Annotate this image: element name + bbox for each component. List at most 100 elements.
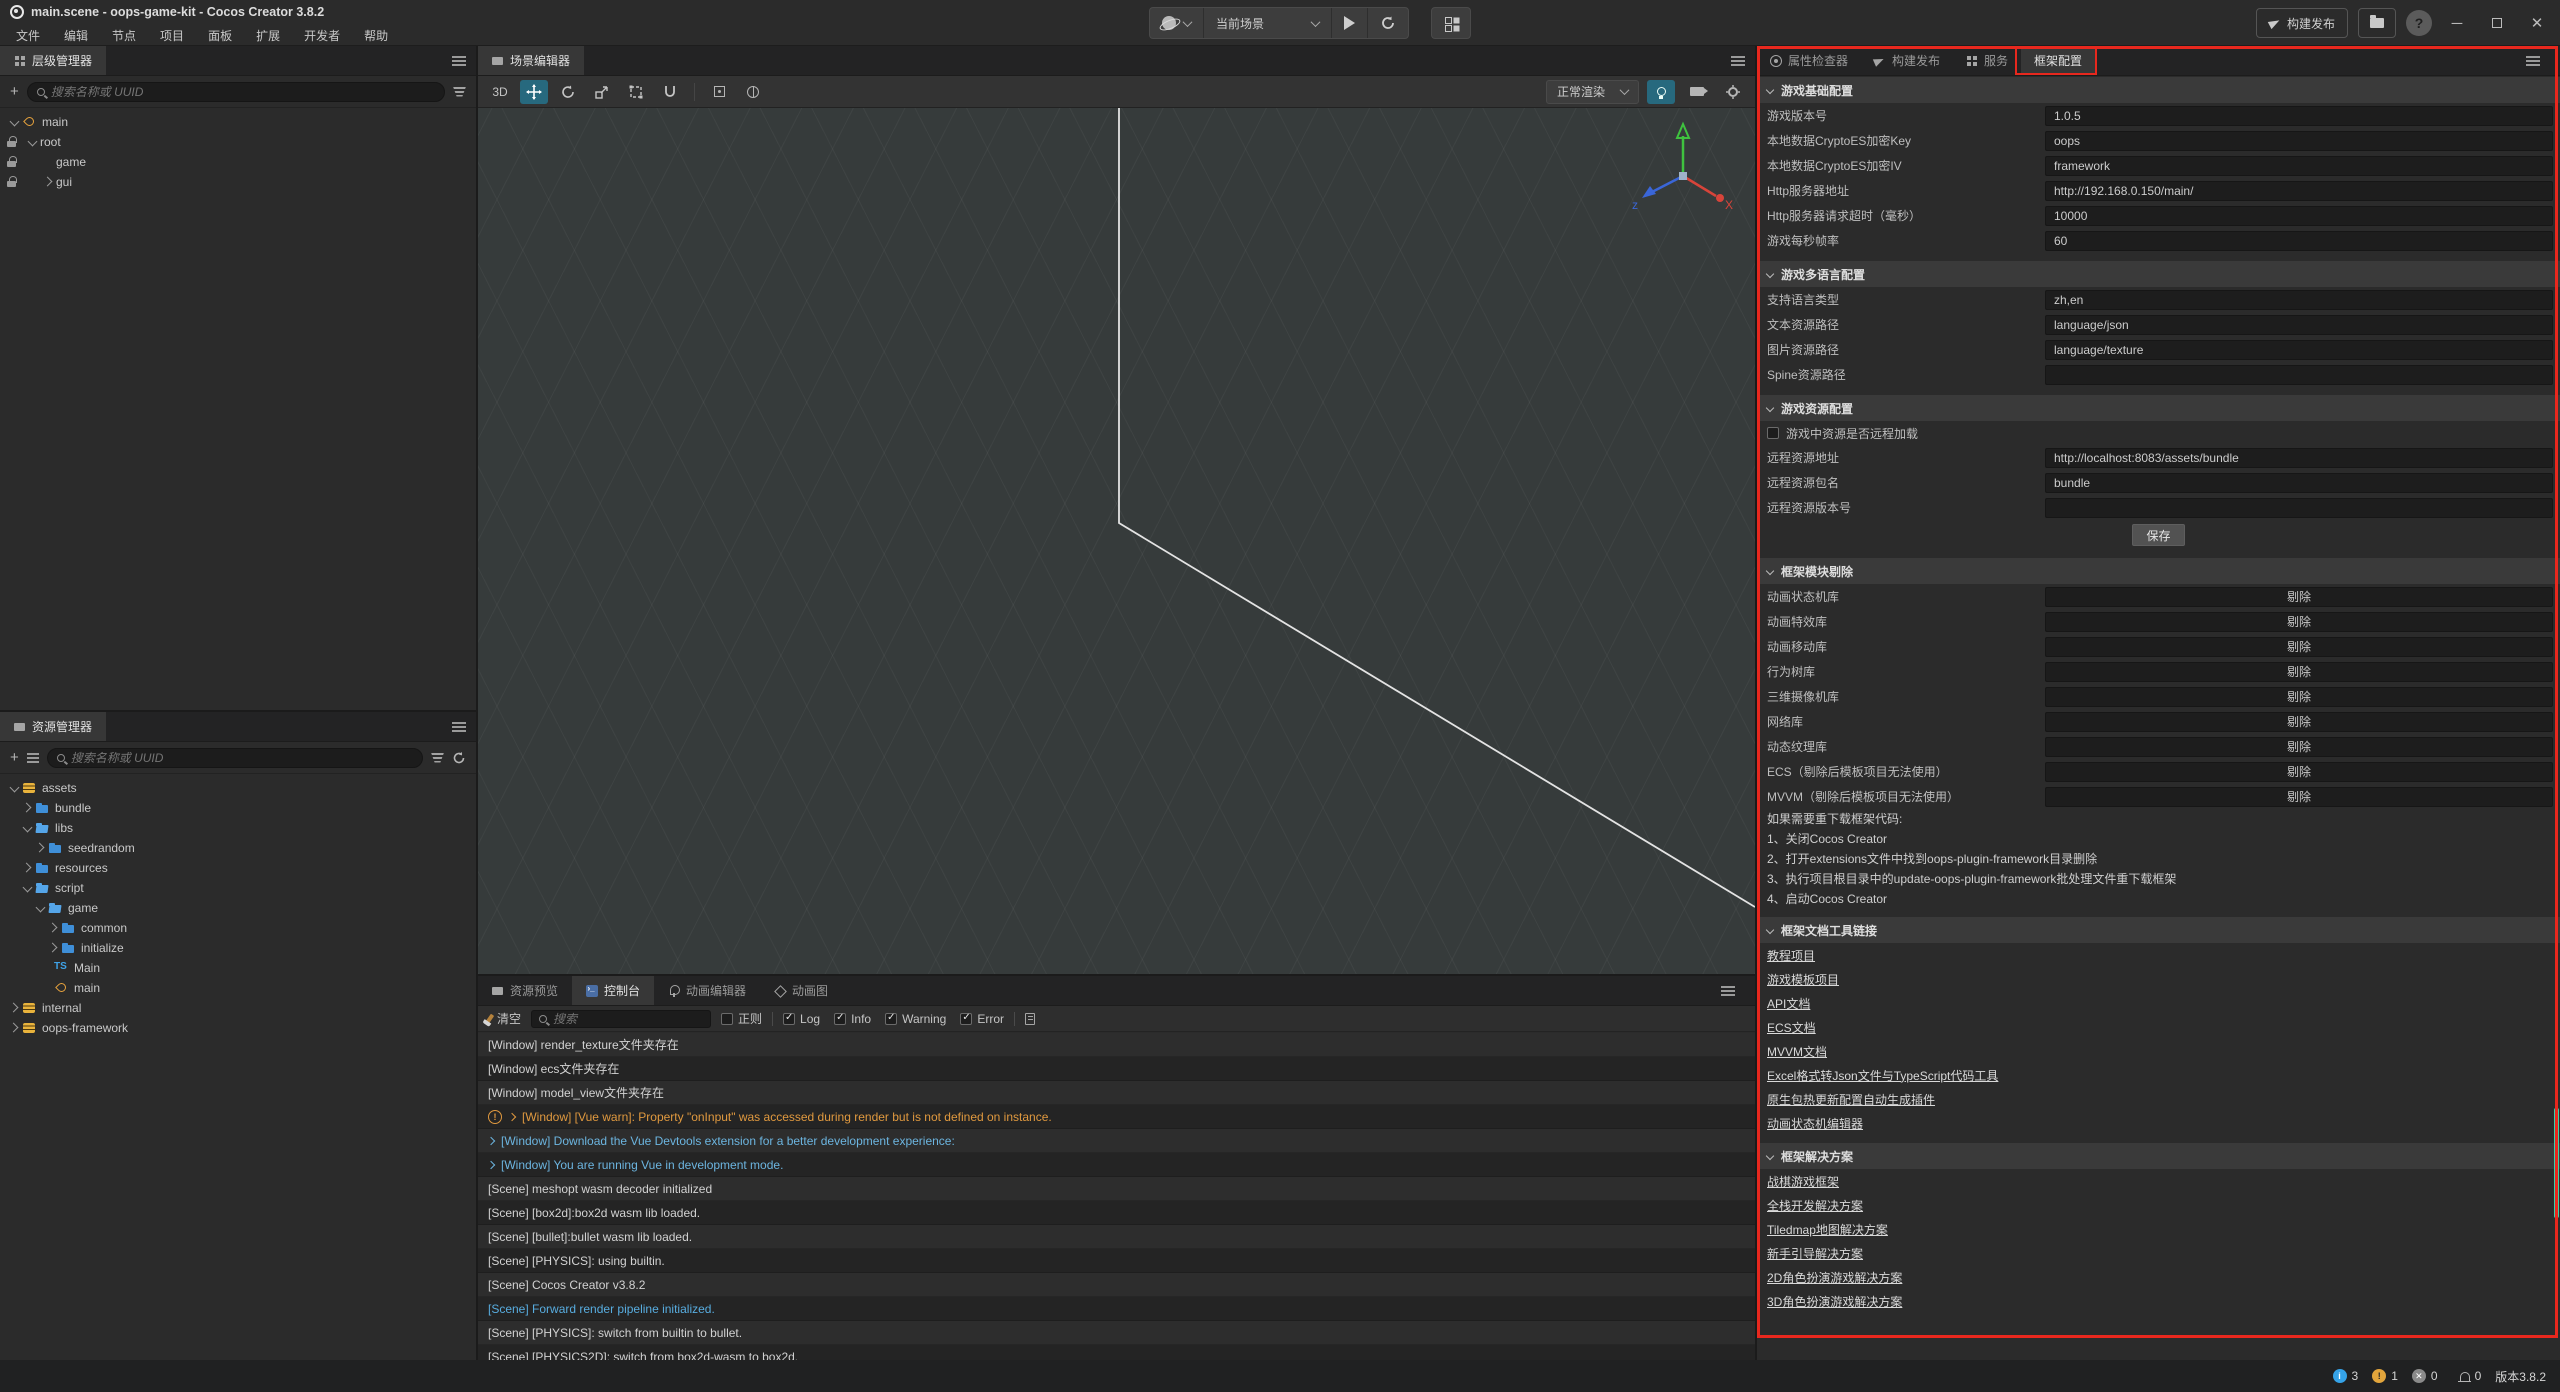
module-remove-button[interactable]: 剔除 — [2045, 637, 2553, 657]
rect-tool-button[interactable] — [622, 80, 650, 104]
toggle-3d-button[interactable]: 3D — [486, 80, 514, 104]
doc-link[interactable]: Tiledmap地图解决方案 — [1767, 1221, 1888, 1238]
menu-item[interactable]: 扩展 — [244, 27, 292, 44]
open-log-file-icon[interactable] — [1025, 1013, 1035, 1025]
menu-item[interactable]: 面板 — [196, 27, 244, 44]
scale-tool-button[interactable] — [588, 80, 616, 104]
tree-item[interactable]: resources — [0, 858, 476, 878]
doc-link[interactable]: 全栈开发解决方案 — [1767, 1197, 1863, 1214]
regex-checkbox[interactable]: 正则 — [721, 1010, 762, 1027]
module-remove-button[interactable]: 剔除 — [2045, 662, 2553, 682]
panel-menu-icon[interactable] — [452, 722, 466, 732]
assets-tab[interactable]: 资源管理器 — [0, 712, 106, 741]
minimize-button[interactable]: ─ — [2442, 8, 2472, 38]
expand-arrow-icon[interactable] — [21, 881, 35, 895]
panel-tab[interactable]: 构建发布 — [1861, 46, 1953, 75]
tree-item[interactable]: Main — [0, 958, 476, 978]
scene-select-dropdown[interactable]: 当前场景 — [1204, 8, 1332, 38]
filter-icon[interactable] — [453, 87, 466, 97]
console-log-row[interactable]: ! [Window] Download the Vue Devtools ext… — [478, 1129, 1755, 1153]
doc-link[interactable]: 教程项目 — [1767, 947, 1815, 964]
qr-code-button[interactable] — [1431, 7, 1471, 39]
tree-item[interactable]: script — [0, 878, 476, 898]
render-mode-dropdown[interactable]: 正常渲染 — [1546, 80, 1639, 104]
console-log-row[interactable]: ! [Scene] [box2d]:box2d wasm lib loaded. — [478, 1201, 1755, 1225]
menu-item[interactable]: 文件 — [4, 27, 52, 44]
build-publish-button[interactable]: 构建发布 — [2256, 8, 2348, 38]
close-button[interactable]: ✕ — [2522, 8, 2552, 38]
expand-arrow-icon[interactable] — [47, 941, 61, 955]
config-input[interactable] — [2045, 231, 2553, 251]
checkbox-icon[interactable] — [721, 1013, 733, 1025]
console-log-row[interactable]: ! [Window] ecs文件夹存在 — [478, 1057, 1755, 1081]
doc-link[interactable]: 战棋游戏框架 — [1767, 1173, 1839, 1190]
checkbox-icon[interactable] — [834, 1013, 846, 1025]
expand-chevron-icon[interactable] — [487, 1160, 495, 1168]
module-remove-button[interactable]: 剔除 — [2045, 687, 2553, 707]
config-input[interactable] — [2045, 365, 2553, 385]
panel-tab[interactable]: 资源预览 — [478, 976, 572, 1005]
assets-search-box[interactable] — [47, 748, 423, 768]
orientation-gizmo[interactable]: X z — [1628, 114, 1738, 229]
expand-arrow-icon[interactable] — [8, 115, 22, 129]
config-input[interactable] — [2045, 473, 2553, 493]
tree-item[interactable]: libs — [0, 818, 476, 838]
doc-link[interactable]: 新手引导解决方案 — [1767, 1245, 1863, 1262]
panel-menu-icon[interactable] — [452, 56, 466, 66]
filter-icon[interactable] — [431, 753, 444, 763]
tree-item[interactable]: game — [0, 898, 476, 918]
panel-menu-icon[interactable] — [2526, 56, 2540, 66]
config-input[interactable] — [2045, 340, 2553, 360]
open-project-folder-button[interactable] — [2358, 8, 2396, 38]
panel-tab[interactable]: 服务 — [1953, 46, 2021, 75]
hierarchy-search-input[interactable] — [51, 85, 435, 99]
notification-count[interactable]: 0 — [2460, 1369, 2482, 1383]
error-count[interactable]: ✕ 0 — [2412, 1369, 2438, 1383]
scene-settings-button[interactable] — [1719, 80, 1747, 104]
doc-link[interactable]: 动画状态机编辑器 — [1767, 1115, 1863, 1132]
scrollbar-thumb[interactable] — [2554, 1108, 2559, 1218]
pivot-toggle-button[interactable] — [705, 80, 733, 104]
tree-item[interactable]: oops-framework — [0, 1018, 476, 1038]
module-remove-button[interactable]: 剔除 — [2045, 762, 2553, 782]
expand-chevron-icon[interactable] — [508, 1112, 516, 1120]
tree-item[interactable]: bundle — [0, 798, 476, 818]
camera-settings-button[interactable] — [1683, 80, 1711, 104]
rotate-tool-button[interactable] — [554, 80, 582, 104]
console-log-row[interactable]: ! [Window] You are running Vue in develo… — [478, 1153, 1755, 1177]
scene-viewport[interactable]: X z — [478, 108, 1755, 974]
console-log-row[interactable]: ! [Scene] Cocos Creator v3.8.2 — [478, 1273, 1755, 1297]
tree-item[interactable]: assets — [0, 778, 476, 798]
menu-item[interactable]: 节点 — [100, 27, 148, 44]
console-log-row[interactable]: ! [Window] [Vue warn]: Property "onInput… — [478, 1105, 1755, 1129]
expand-arrow-icon[interactable] — [21, 861, 35, 875]
lighting-toggle-button[interactable] — [1647, 80, 1675, 104]
console-log-row[interactable]: ! [Scene] Forward render pipeline initia… — [478, 1297, 1755, 1321]
section-module-trim[interactable]: 框架模块剔除 — [1757, 558, 2560, 584]
menu-item[interactable]: 项目 — [148, 27, 196, 44]
panel-tab[interactable]: 动画编辑器 — [654, 976, 760, 1005]
console-search-box[interactable] — [531, 1010, 711, 1028]
section-resource-config[interactable]: 游戏资源配置 — [1757, 395, 2560, 421]
menu-item[interactable]: 编辑 — [52, 27, 100, 44]
config-input[interactable] — [2045, 315, 2553, 335]
checkbox-icon[interactable] — [783, 1013, 795, 1025]
warning-count[interactable]: ! 1 — [2372, 1369, 2398, 1383]
tree-item[interactable]: root — [0, 132, 476, 152]
menu-item[interactable]: 开发者 — [292, 27, 352, 44]
expand-arrow-icon[interactable] — [42, 175, 56, 189]
expand-arrow-icon[interactable] — [21, 801, 35, 815]
module-remove-button[interactable]: 剔除 — [2045, 787, 2553, 807]
console-log-row[interactable]: ! [Window] render_texture文件夹存在 — [478, 1033, 1755, 1057]
config-input[interactable] — [2045, 498, 2553, 518]
section-basic-config[interactable]: 游戏基础配置 — [1757, 77, 2560, 103]
console-filter-checkbox[interactable]: Warning — [885, 1012, 946, 1026]
config-input[interactable] — [2045, 206, 2553, 226]
coordinate-toggle-button[interactable] — [739, 80, 767, 104]
expand-arrow-icon[interactable] — [34, 841, 48, 855]
tree-item[interactable]: main — [0, 112, 476, 132]
console-log-row[interactable]: ! [Window] model_view文件夹存在 — [478, 1081, 1755, 1105]
move-tool-button[interactable] — [520, 80, 548, 104]
doc-link[interactable]: 游戏模板项目 — [1767, 971, 1839, 988]
doc-link[interactable]: Excel格式转Json文件与TypeScript代码工具 — [1767, 1067, 1998, 1084]
